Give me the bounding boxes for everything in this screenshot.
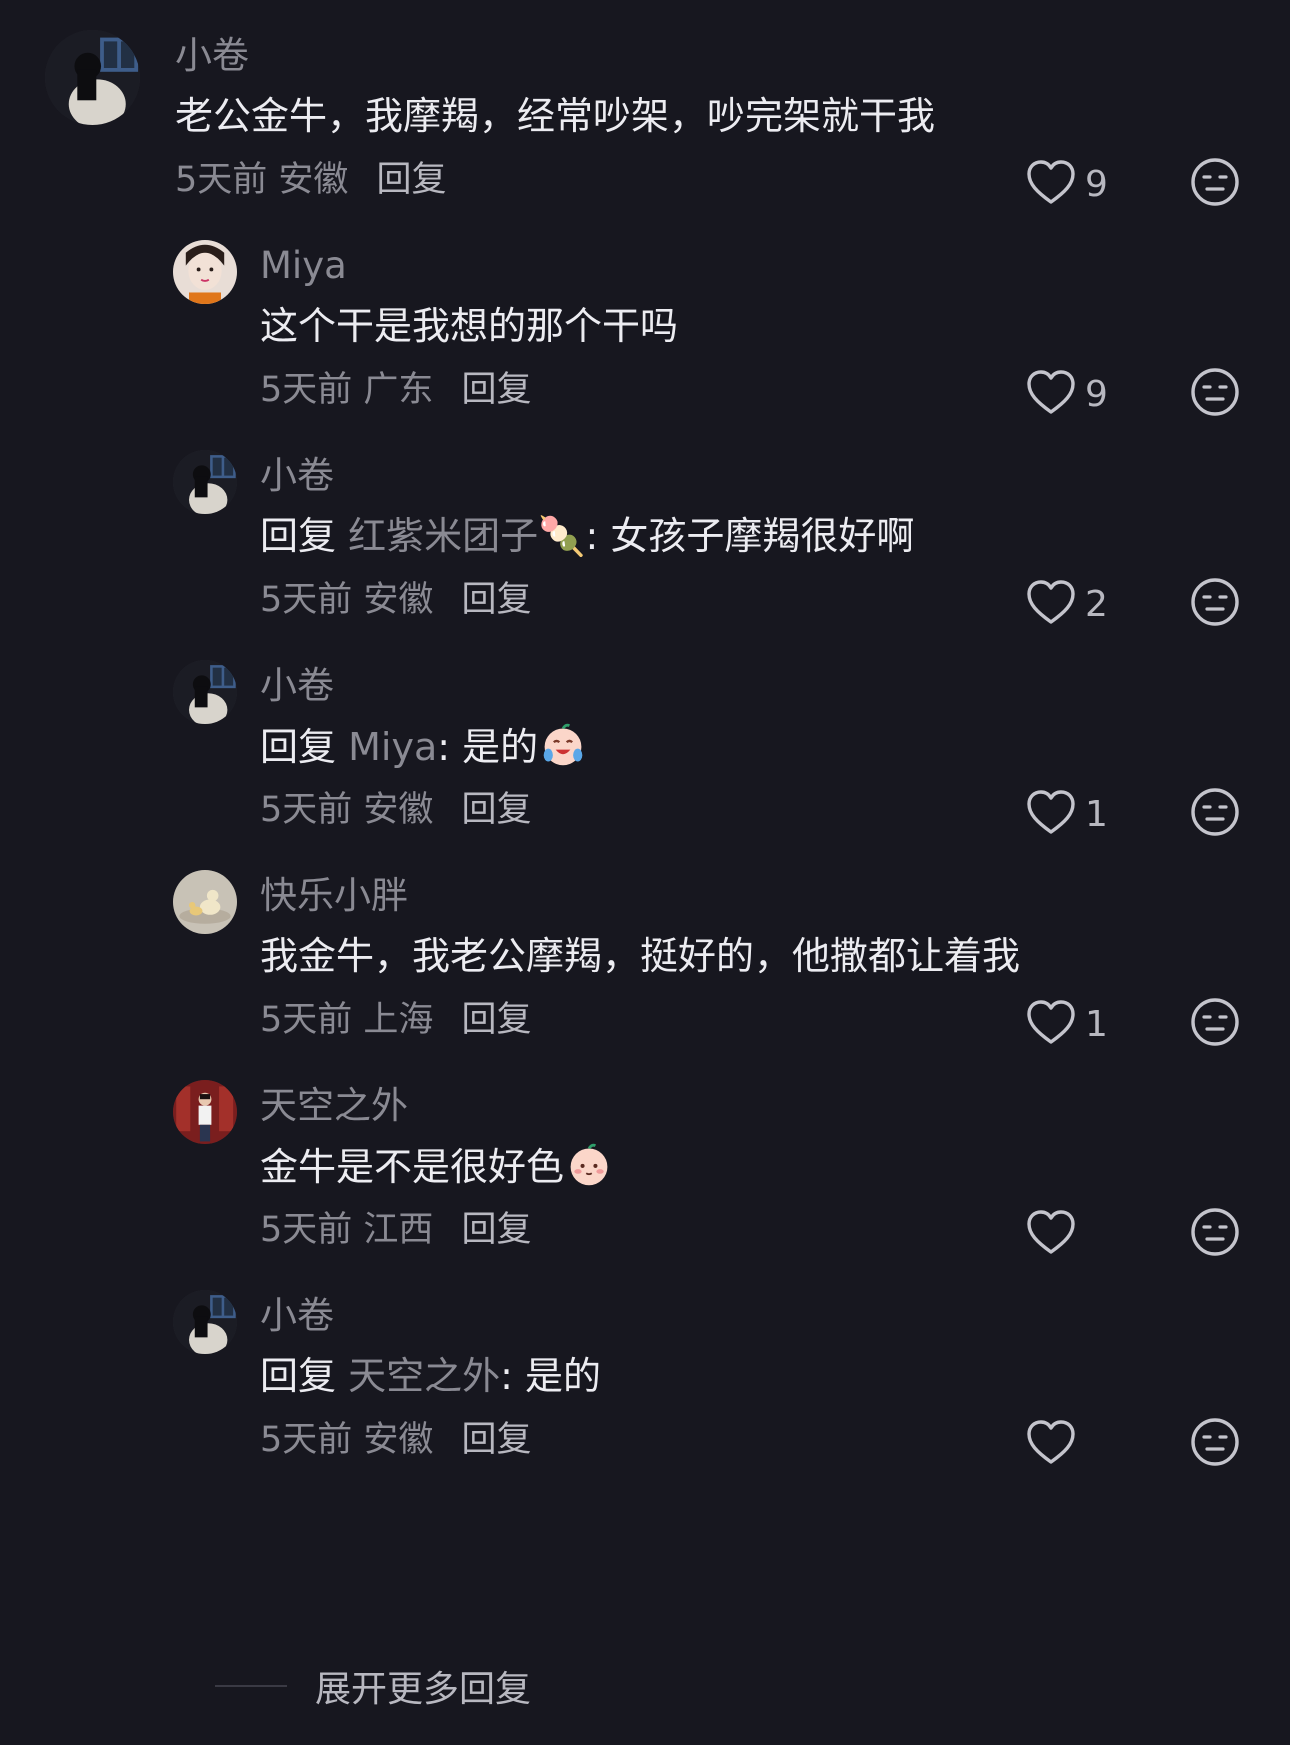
heart-outline-icon — [1025, 998, 1077, 1050]
meh-face-icon[interactable] — [1189, 366, 1241, 418]
like-count: 9 — [1085, 373, 1108, 415]
location: 安徽 — [363, 1420, 434, 1460]
heart-outline-icon — [1025, 788, 1077, 840]
like-button[interactable]: 9 — [1025, 368, 1115, 420]
reply-button[interactable]: 回复 — [461, 1000, 531, 1040]
comment-text: 老公金牛，我摩羯，经常吵架，吵完架就干我 — [175, 92, 935, 140]
timestamp: 5天前 — [260, 1000, 353, 1040]
like-button[interactable]: 9 — [1025, 158, 1115, 210]
meh-face-icon[interactable] — [1189, 996, 1241, 1048]
comment-body: 这个干是我想的那个干吗 — [260, 304, 679, 348]
expand-divider — [215, 1685, 287, 1687]
meh-face-icon[interactable] — [1189, 1206, 1241, 1258]
like-count: 1 — [1085, 793, 1108, 835]
username[interactable]: Miya — [260, 244, 347, 288]
like-button[interactable] — [1025, 1418, 1115, 1470]
comment-text: 回复 红紫米团子🍡: 女孩子摩羯很好啊 — [260, 512, 914, 560]
heart-outline-icon — [1025, 368, 1077, 420]
timestamp: 5天前 — [260, 370, 353, 410]
like-button[interactable]: 1 — [1025, 998, 1115, 1050]
reply-button[interactable]: 回复 — [461, 1420, 531, 1460]
meh-face-icon[interactable] — [1189, 576, 1241, 628]
location: 安徽 — [278, 160, 349, 200]
comment-text: 回复 天空之外: 是的 — [260, 1352, 601, 1400]
avatar[interactable] — [173, 1080, 237, 1144]
heart-outline-icon — [1025, 158, 1077, 210]
reply-button[interactable]: 回复 — [461, 790, 531, 830]
username[interactable]: 小卷 — [175, 34, 249, 78]
like-button[interactable]: 2 — [1025, 578, 1115, 630]
timestamp: 5天前 — [260, 1210, 353, 1250]
avatar[interactable] — [173, 870, 237, 934]
comment-body: 金牛是不是很好色 — [260, 1145, 565, 1189]
avatar[interactable] — [45, 30, 140, 125]
mention-username[interactable]: 天空之外 — [348, 1354, 500, 1398]
meh-face-icon[interactable] — [1189, 156, 1241, 208]
timestamp: 5天前 — [260, 1420, 353, 1460]
expand-more-replies[interactable]: 展开更多回复 — [215, 1660, 531, 1712]
comment-text: 这个干是我想的那个干吗 — [260, 302, 678, 350]
comment-meta: 5天前 安徽 回复 — [260, 1418, 531, 1462]
location: 安徽 — [363, 790, 434, 830]
timestamp: 5天前 — [260, 790, 353, 830]
username[interactable]: 快乐小胖 — [260, 874, 408, 918]
avatar[interactable] — [173, 450, 237, 514]
reply-prefix: 回复 — [260, 725, 337, 769]
reply-button[interactable]: 回复 — [461, 370, 531, 410]
reply-button[interactable]: 回复 — [461, 580, 531, 620]
crying-laughing-face-emoji-icon — [540, 722, 586, 768]
like-button[interactable] — [1025, 1208, 1115, 1260]
avatar[interactable] — [173, 660, 237, 724]
comment-text: 回复 Miya: 是的 — [260, 722, 586, 771]
heart-outline-icon — [1025, 578, 1077, 630]
timestamp: 5天前 — [175, 160, 268, 200]
comment-meta: 5天前 安徽 回复 — [175, 158, 446, 202]
reply-prefix: 回复 — [260, 514, 337, 558]
location: 广东 — [363, 370, 434, 410]
reply-button[interactable]: 回复 — [376, 160, 446, 200]
username[interactable]: 小卷 — [260, 454, 334, 498]
comment-meta: 5天前 上海 回复 — [260, 998, 531, 1042]
username[interactable]: 天空之外 — [260, 1084, 408, 1128]
like-count: 9 — [1085, 163, 1108, 205]
expand-label: 展开更多回复 — [315, 1669, 532, 1710]
comment-meta: 5天前 安徽 回复 — [260, 578, 531, 622]
heart-outline-icon — [1025, 1418, 1077, 1470]
comment-body: 我金牛，我老公摩羯，挺好的，他撒都让着我 — [260, 934, 1021, 978]
comment-body: : 是的 — [437, 725, 539, 769]
mention-username[interactable]: 红紫米团子🍡 — [348, 514, 585, 558]
like-count: 2 — [1085, 583, 1108, 625]
comment-text: 我金牛，我老公摩羯，挺好的，他撒都让着我 — [260, 932, 1020, 980]
mention-username[interactable]: Miya — [348, 725, 437, 769]
meh-face-icon[interactable] — [1189, 1416, 1241, 1468]
username[interactable]: 小卷 — [260, 1294, 334, 1338]
blushing-face-emoji-icon — [566, 1142, 612, 1188]
like-count: 1 — [1085, 1003, 1108, 1045]
timestamp: 5天前 — [260, 580, 353, 620]
meh-face-icon[interactable] — [1189, 786, 1241, 838]
avatar[interactable] — [173, 1290, 237, 1354]
comment-meta: 5天前 江西 回复 — [260, 1208, 531, 1252]
location: 安徽 — [363, 580, 434, 620]
heart-outline-icon — [1025, 1208, 1077, 1260]
username[interactable]: 小卷 — [260, 664, 334, 708]
location: 上海 — [363, 1000, 434, 1040]
comment-text: 金牛是不是很好色 — [260, 1142, 612, 1191]
comment-meta: 5天前 安徽 回复 — [260, 788, 531, 832]
comment-body: : 是的 — [500, 1354, 602, 1398]
comment-body: 老公金牛，我摩羯，经常吵架，吵完架就干我 — [175, 94, 936, 138]
reply-prefix: 回复 — [260, 1354, 337, 1398]
location: 江西 — [363, 1210, 434, 1250]
reply-button[interactable]: 回复 — [461, 1210, 531, 1250]
comment-body: : 女孩子摩羯很好啊 — [585, 514, 915, 558]
like-button[interactable]: 1 — [1025, 788, 1115, 840]
avatar[interactable] — [173, 240, 237, 304]
comment-meta: 5天前 广东 回复 — [260, 368, 531, 412]
